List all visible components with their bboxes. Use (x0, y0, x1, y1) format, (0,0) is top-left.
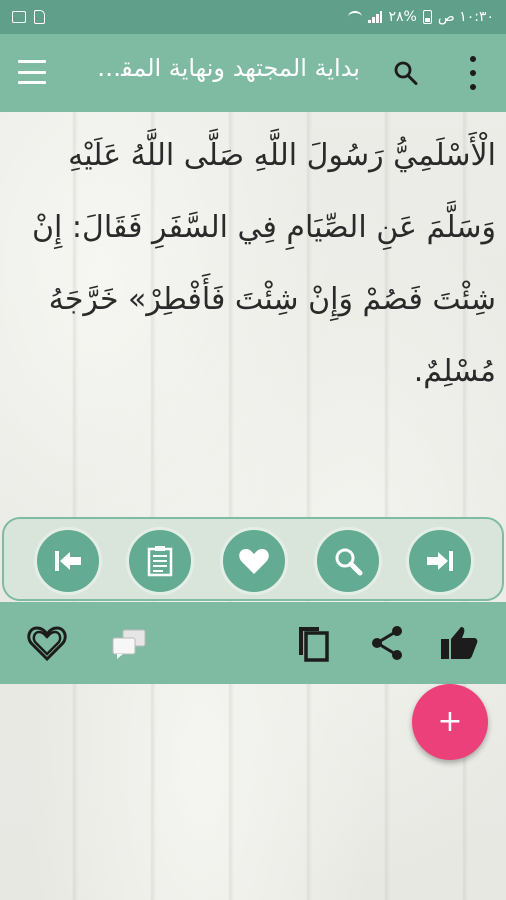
comments-button[interactable] (104, 618, 154, 668)
contents-button[interactable] (126, 527, 194, 595)
status-right: ١٠:٣٠ ص %٢٨ (348, 9, 494, 25)
add-fab-button[interactable]: + (412, 684, 488, 760)
image-icon (12, 11, 26, 23)
search-zoom-button[interactable] (314, 527, 382, 595)
status-time: ١٠:٣٠ ص (437, 9, 494, 25)
thumb-up-icon (441, 627, 478, 659)
favorite-icon (239, 549, 269, 574)
contents-icon (147, 546, 173, 577)
more-vert-icon[interactable] (466, 56, 480, 90)
add-icon: + (437, 704, 463, 739)
status-bar: ١٠:٣٠ ص %٢٨ (0, 0, 506, 34)
navigation-toolbar (2, 517, 504, 601)
search-zoom-icon (335, 548, 363, 576)
text-line: وَسَلَّمَ عَنِ الصِّيَامِ فِي السَّفَرِ … (32, 210, 496, 245)
app-title: بداية المجتهد ونهاية المقتصد (90, 54, 360, 82)
action-bar (0, 602, 506, 684)
first-page-button[interactable] (34, 527, 102, 595)
share-icon (372, 626, 402, 660)
signal-icon (368, 11, 383, 23)
thumb-up-button[interactable] (434, 618, 484, 668)
sim-icon (34, 10, 45, 24)
first-page-icon (55, 551, 81, 571)
copy-button[interactable] (288, 618, 338, 668)
share-button[interactable] (362, 618, 412, 668)
text-line: الْأَسْلَمِيُّ رَسُولَ اللَّهِ صَلَّى ال… (68, 138, 496, 173)
menu-icon[interactable] (18, 60, 46, 84)
favorite-outline-button[interactable] (22, 618, 72, 668)
status-left (12, 10, 45, 24)
battery-percent: %٢٨ (388, 9, 417, 25)
battery-icon (422, 10, 432, 24)
favorite-outline-icon (27, 626, 67, 662)
app-bar: بداية المجتهد ونهاية المقتصد (0, 34, 506, 112)
favorite-button[interactable] (220, 527, 288, 595)
hadith-text: الْأَسْلَمِيُّ رَسُولَ اللَّهِ صَلَّى ال… (10, 120, 496, 400)
search-icon[interactable] (392, 58, 420, 88)
wifi-icon (348, 11, 363, 23)
copy-icon (299, 627, 329, 662)
last-page-icon (427, 551, 453, 571)
comments-icon (112, 629, 146, 659)
text-line: مُسْلِمٌ. (413, 354, 496, 389)
text-line: شِئْتَ فَصُمْ وَإِنْ شِئْتَ فَأَفْطِرْ» … (48, 282, 496, 317)
last-page-button[interactable] (406, 527, 474, 595)
